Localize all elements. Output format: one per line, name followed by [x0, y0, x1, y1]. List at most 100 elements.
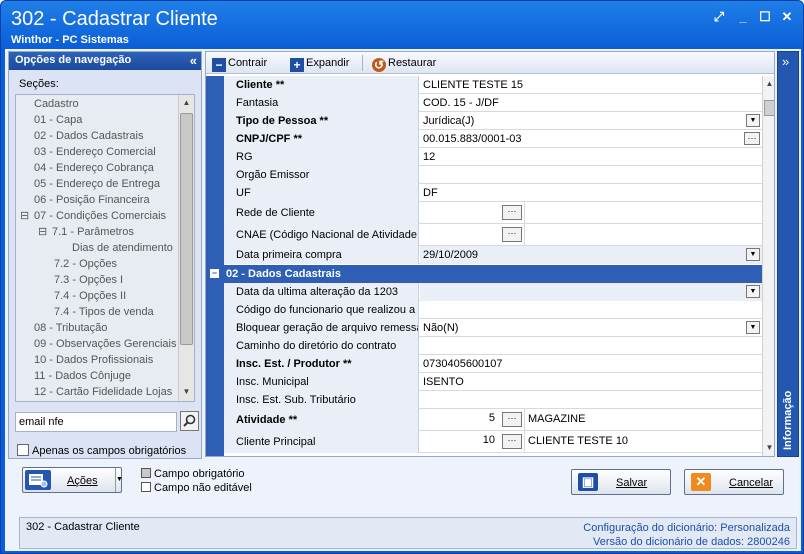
ellipsis-button[interactable]: ···	[502, 205, 522, 220]
search-button[interactable]	[180, 411, 199, 431]
chevron-down-icon[interactable]: ▼	[115, 468, 123, 492]
grid-row[interactable]: Cliente ** CLIENTE TESTE 15	[224, 76, 762, 94]
grid-row[interactable]: CNAE (Código Nacional de Atividade E ···	[224, 224, 762, 246]
first-purchase-date-field[interactable]: 29/10/2009	[420, 246, 762, 264]
scroll-thumb[interactable]	[180, 113, 193, 345]
collapse-button[interactable]: − Contrair	[212, 55, 267, 72]
grid-row[interactable]: Orgão Emissor	[224, 166, 762, 184]
grid-row[interactable]: CNPJ/CPF ** 00.015.883/0001-03 ···	[224, 130, 762, 148]
collapse-section-icon[interactable]: −	[210, 269, 219, 278]
grid-row[interactable]: Caminho do diretório do contrato	[224, 337, 762, 355]
chevron-down-icon[interactable]: ▼	[746, 321, 760, 334]
tree-scrollbar[interactable]: ▲ ▼	[178, 95, 194, 401]
ellipsis-button[interactable]: ···	[502, 227, 522, 242]
activity-code-field[interactable]: 5	[420, 409, 498, 427]
tree-item[interactable]: 08 - Tributação	[34, 320, 107, 336]
information-panel[interactable]: » Informação	[777, 51, 799, 457]
ellipsis-button[interactable]: ···	[744, 132, 760, 145]
municipal-registration-field[interactable]: ISENTO	[420, 373, 762, 391]
tree-expander-icon[interactable]: ⊟	[20, 208, 29, 224]
only-required-checkbox[interactable]: Apenas os campos obrigatórios	[17, 444, 186, 457]
tree-item[interactable]: 07 - Condições Comerciais	[34, 208, 166, 224]
grid-row[interactable]: Insc. Municipal ISENTO	[224, 373, 762, 391]
grid-row[interactable]: Insc. Est. Sub. Tributário	[224, 391, 762, 409]
checkbox-box[interactable]	[17, 444, 29, 456]
tree-item[interactable]: 06 - Posição Financeira	[34, 192, 150, 208]
tree-item[interactable]: 7.4 - Opções II	[54, 288, 126, 304]
cnae-field[interactable]	[420, 224, 500, 242]
state-registration-field[interactable]: 0730405600107	[420, 355, 762, 373]
scroll-down-icon[interactable]: ▼	[179, 384, 194, 400]
tree-item[interactable]: 11 - Dados Cônjuge	[34, 368, 131, 384]
grid-row[interactable]: Data primeira compra 29/10/2009 ▼	[224, 246, 762, 264]
tree-item[interactable]: 12 - Cartão Fidelidade Lojas	[34, 384, 172, 400]
chevron-down-icon[interactable]: ▼	[746, 248, 760, 261]
tree-item[interactable]: 7.4 - Tipos de venda	[54, 304, 154, 320]
tree-item[interactable]: 02 - Dados Cadastrais	[34, 128, 143, 144]
main-client-code-field[interactable]: 10	[420, 431, 498, 449]
grid-row[interactable]: Insc. Est. / Produtor ** 0730405600107	[224, 355, 762, 373]
last-change-date-field[interactable]	[420, 283, 762, 301]
ellipsis-button[interactable]: ···	[502, 412, 522, 427]
employee-code-field[interactable]	[420, 301, 762, 319]
chevron-down-icon[interactable]: ▼	[746, 114, 760, 127]
scroll-down-icon[interactable]: ▼	[763, 440, 774, 456]
search-input[interactable]: email nfe	[15, 412, 177, 432]
tree-item[interactable]: 7.1 - Parâmetros	[52, 224, 134, 240]
cancel-button[interactable]: ✕ Cancelar	[684, 469, 784, 495]
sections-tree[interactable]: Cadastro 01 - Capa 02 - Dados Cadastrais…	[15, 94, 195, 402]
uf-field[interactable]: DF	[420, 184, 762, 202]
tree-item[interactable]: Cadastro	[34, 96, 79, 112]
search-icon	[183, 414, 196, 427]
close-button[interactable]: ✕	[779, 9, 795, 25]
grid-row[interactable]: Atividade ** 5 ··· MAGAZINE	[224, 409, 762, 431]
grid-scrollbar[interactable]: ▲ ▼	[762, 76, 774, 456]
tree-expander-icon[interactable]: ⊟	[38, 224, 47, 240]
expand-button[interactable]: + Expandir	[290, 55, 349, 72]
tree-item[interactable]: 10 - Dados Profissionais	[34, 352, 153, 368]
scroll-up-icon[interactable]: ▲	[179, 95, 194, 111]
maximize-button[interactable]: ☐	[757, 9, 773, 25]
title-bar[interactable]: 302 - Cadastrar Cliente Winthor - PC Sis…	[1, 1, 803, 49]
substitute-registration-field[interactable]	[420, 391, 762, 409]
grid-row[interactable]: Código do funcionario que realizou a u	[224, 301, 762, 319]
tree-item[interactable]: 7.2 - Opções	[54, 256, 117, 272]
issuer-field[interactable]	[420, 166, 762, 184]
grid-row[interactable]: Rede de Cliente ···	[224, 202, 762, 224]
fantasy-name-field[interactable]: COD. 15 - J/DF	[420, 94, 762, 112]
cnpj-field[interactable]: 00.015.883/0001-03	[420, 130, 762, 148]
tree-item[interactable]: 03 - Endereço Comercial	[34, 144, 156, 160]
collapse-panel-icon[interactable]: «	[190, 53, 197, 68]
contract-path-field[interactable]	[420, 337, 762, 355]
grid-row[interactable]: RG 12	[224, 148, 762, 166]
grid-row[interactable]: Fantasia COD. 15 - J/DF	[224, 94, 762, 112]
ellipsis-button[interactable]: ···	[502, 434, 522, 449]
scroll-thumb[interactable]	[764, 100, 774, 116]
grid-row[interactable]: Cliente Principal 10 ··· CLIENTE TESTE 1…	[224, 431, 762, 453]
rg-field[interactable]: 12	[420, 148, 762, 166]
actions-button[interactable]: Ações ▼	[22, 467, 123, 493]
field-label: Caminho do diretório do contrato	[224, 337, 419, 355]
tree-item[interactable]: 04 - Endereço Cobrança	[34, 160, 154, 176]
section-header[interactable]: − 02 - Dados Cadastrais	[206, 265, 762, 283]
resize-icon[interactable]: ⤢	[711, 9, 727, 25]
tree-item[interactable]: Dias de atendimento	[72, 240, 173, 256]
scroll-up-icon[interactable]: ▲	[763, 76, 774, 92]
client-name-field[interactable]: CLIENTE TESTE 15	[420, 76, 762, 94]
block-remittance-select[interactable]: Não(N)	[420, 319, 762, 337]
grid-row[interactable]: Tipo de Pessoa ** Jurídica(J) ▼	[224, 112, 762, 130]
client-network-field[interactable]	[420, 202, 500, 220]
save-button[interactable]: ▣ Salvar	[571, 469, 671, 495]
grid-row[interactable]: Bloquear geração de arquivo remessa Não(…	[224, 319, 762, 337]
person-type-select[interactable]: Jurídica(J)	[420, 112, 762, 130]
tree-item[interactable]: 01 - Capa	[34, 112, 82, 128]
tree-item[interactable]: 7.3 - Opções I	[54, 272, 123, 288]
minimize-button[interactable]: _	[735, 9, 751, 25]
expand-panel-icon[interactable]: »	[782, 54, 789, 69]
restore-button[interactable]: ↺ Restaurar	[372, 55, 436, 72]
tree-item[interactable]: 05 - Endereço de Entrega	[34, 176, 160, 192]
grid-row[interactable]: Data da ultima alteração da 1203 ▼	[224, 283, 762, 301]
tree-item[interactable]: 09 - Observações Gerenciais	[34, 336, 176, 352]
grid-row[interactable]: UF DF	[224, 184, 762, 202]
chevron-down-icon[interactable]: ▼	[746, 285, 760, 298]
